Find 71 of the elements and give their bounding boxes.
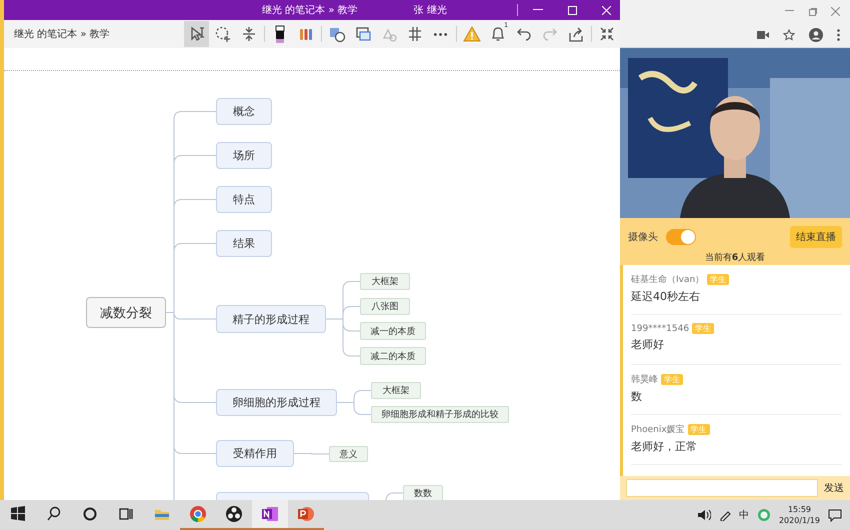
mindmap-node[interactable]: 意义 bbox=[329, 446, 368, 462]
sender-name: 199****1546 bbox=[631, 324, 690, 334]
minimize-icon bbox=[533, 9, 543, 11]
clock-time[interactable]: 15:59 bbox=[788, 504, 812, 515]
camera-label: 摄像头 bbox=[628, 230, 658, 244]
clock-date[interactable]: 2020/1/19 bbox=[778, 515, 820, 526]
chrome-icon bbox=[189, 505, 207, 523]
mindmap-node[interactable]: 精子的形成过程 bbox=[216, 305, 326, 333]
mindmap-node[interactable]: 受精作用 bbox=[216, 440, 294, 467]
warning-icon bbox=[462, 25, 480, 43]
sender-name: 韩昊峰 bbox=[631, 374, 658, 386]
mindmap-node[interactable]: 减一的本质 bbox=[360, 322, 426, 340]
message-text: 老师好 bbox=[631, 337, 665, 352]
camera-toggle[interactable] bbox=[666, 229, 696, 245]
role-tag: 学生 bbox=[661, 374, 683, 385]
recorder-icon bbox=[225, 505, 243, 523]
restore-icon[interactable] bbox=[808, 6, 817, 16]
more-icon bbox=[434, 32, 447, 36]
message-text: 延迟40秒左右 bbox=[631, 289, 701, 304]
user-name: 张 继光 bbox=[414, 4, 447, 17]
account-icon[interactable] bbox=[809, 28, 823, 42]
role-tag: 学生 bbox=[692, 323, 714, 334]
share-icon bbox=[566, 25, 584, 43]
star-icon[interactable] bbox=[783, 28, 795, 40]
mindmap-node[interactable]: 特点 bbox=[216, 186, 272, 213]
message-text: 老师好，正常 bbox=[631, 439, 698, 454]
sender-name: 硅基生命（Ivan） bbox=[631, 274, 704, 286]
taskbar-note-app-button[interactable] bbox=[252, 500, 288, 530]
mindmap-node[interactable]: 减二的本质 bbox=[360, 347, 426, 365]
screen-clip-icon bbox=[354, 25, 372, 43]
send-button[interactable]: 发送 bbox=[822, 481, 846, 495]
sender-name: Phoenix媛宝 bbox=[631, 424, 685, 436]
shapes-icon bbox=[328, 25, 346, 43]
notification-icon[interactable] bbox=[828, 508, 842, 522]
message-input[interactable] bbox=[626, 479, 818, 497]
viewer-count: 当前有6人观看 bbox=[704, 252, 766, 264]
mindmap-node[interactable]: 八张图 bbox=[360, 298, 410, 315]
mindmap-node[interactable]: 场所 bbox=[216, 142, 272, 169]
mindmap-node[interactable]: 卵细胞的形成过程 bbox=[216, 389, 337, 416]
connector-line bbox=[336, 402, 372, 415]
minimize-icon[interactable] bbox=[785, 10, 794, 12]
windows-icon bbox=[9, 505, 27, 523]
slides-app-icon bbox=[297, 505, 315, 523]
breadcrumb[interactable]: 继光 的笔记本 » 教学 bbox=[4, 27, 184, 41]
note-app-icon bbox=[261, 505, 279, 523]
message-text: 数 bbox=[631, 389, 643, 404]
mindmap-node[interactable]: 数数 bbox=[403, 485, 443, 500]
role-tag: 学生 bbox=[707, 274, 730, 285]
input-method[interactable]: 中 bbox=[738, 508, 749, 522]
maximize-icon bbox=[568, 6, 576, 14]
role-tag: 学生 bbox=[688, 424, 710, 435]
lasso-icon bbox=[214, 25, 232, 43]
collapse-icon bbox=[598, 25, 616, 43]
pen-icon[interactable] bbox=[718, 509, 731, 521]
menu-icon[interactable] bbox=[837, 28, 840, 40]
speaker-icon[interactable] bbox=[696, 509, 711, 521]
circle-icon bbox=[81, 505, 99, 523]
close-icon[interactable] bbox=[831, 6, 840, 16]
window-title: 继光 的笔记本 » 教学 bbox=[262, 4, 358, 17]
mindmap-node[interactable]: 卵细胞形成和精子形成的比较 bbox=[371, 406, 509, 423]
close-icon bbox=[602, 6, 610, 14]
connector-line bbox=[294, 453, 330, 454]
camera-icon[interactable] bbox=[757, 30, 769, 38]
mindmap-node[interactable]: 概念 bbox=[216, 98, 272, 125]
end-live-button[interactable]: 结束直播 bbox=[790, 226, 842, 248]
mindmap-node[interactable]: 大框架 bbox=[371, 382, 421, 399]
mindmap-node[interactable]: 结果 bbox=[216, 230, 272, 257]
mindmap-node[interactable]: 减数分裂 bbox=[86, 297, 166, 328]
mindmap-node[interactable]: 大框架 bbox=[360, 273, 410, 290]
select-cursor-button[interactable] bbox=[184, 21, 209, 47]
search-icon bbox=[45, 505, 63, 523]
